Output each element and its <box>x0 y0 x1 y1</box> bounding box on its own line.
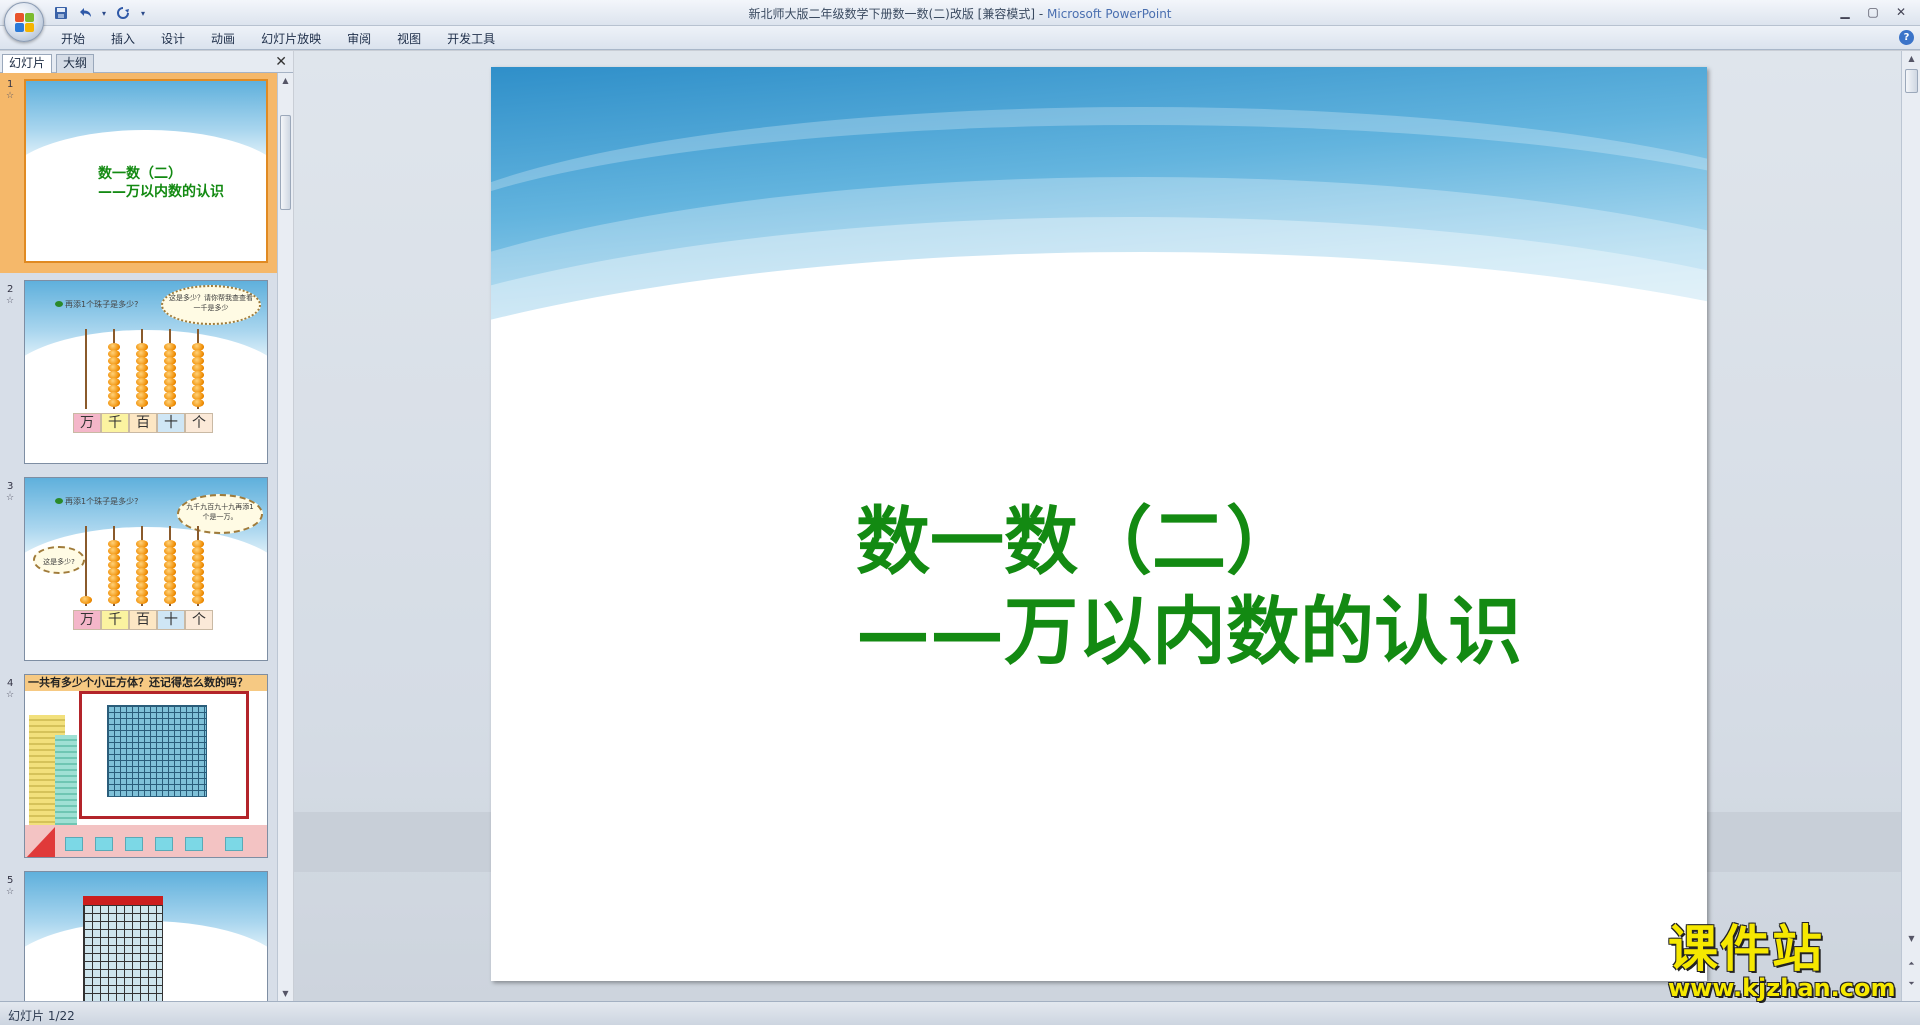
previous-slide-icon[interactable]: ⏶ <box>1904 956 1919 971</box>
status-bar: 幻灯片 1/22 <box>0 1001 1920 1025</box>
slide-thumbnail-4[interactable]: 4 ☆ 一共有多少个小正方体？还记得怎么数的吗？ <box>0 672 277 862</box>
thumbnail-title-line1: 数一数（二） <box>98 166 182 182</box>
window-controls: ▁ ▢ ✕ <box>1832 3 1914 21</box>
app-name: Microsoft PowerPoint <box>1047 7 1172 21</box>
place-label: 个 <box>185 610 213 630</box>
scroll-up-icon[interactable]: ▲ <box>1904 51 1919 66</box>
place-label: 万 <box>73 610 101 630</box>
current-slide[interactable]: 数一数（二） ——万以内数的认识 <box>491 67 1707 981</box>
next-slide-icon[interactable]: ⏷ <box>1904 976 1919 991</box>
slide-thumbnail-1[interactable]: 1 ☆ 数一数（二） ——万以内数的认识 <box>0 73 277 273</box>
tab-view[interactable]: 视图 <box>384 30 434 48</box>
tab-home[interactable]: 开始 <box>48 30 98 48</box>
thumbnail-title: 数一数（二） ——万以内数的认识 <box>98 165 224 201</box>
slide-preview: 再添1个珠子是多少? 九千九百九十九再添1个是一万。 这是多少? 万 千 百 十… <box>24 477 268 661</box>
place-label: 十 <box>157 413 185 433</box>
close-icon[interactable]: ✕ <box>1888 3 1914 21</box>
hundred-grid-image <box>83 896 163 1001</box>
building-image <box>55 735 77 833</box>
tab-developer[interactable]: 开发工具 <box>434 30 508 48</box>
sky-wave-background <box>491 67 1707 752</box>
tab-animations[interactable]: 动画 <box>198 30 248 48</box>
close-pane-icon[interactable]: ✕ <box>275 54 287 70</box>
watermark-url: www.kjzhan.com <box>1668 974 1896 1002</box>
tab-design[interactable]: 设计 <box>148 30 198 48</box>
tab-insert[interactable]: 插入 <box>98 30 148 48</box>
sky-background <box>26 81 266 187</box>
animation-star-icon: ☆ <box>6 493 15 503</box>
place-label: 千 <box>101 413 129 433</box>
slide-number: 3 <box>7 481 14 492</box>
scroll-down-icon[interactable]: ▼ <box>1904 931 1919 946</box>
slide-thumbnail-3[interactable]: 3 ☆ 再添1个珠子是多少? 九千九百九十九再添1个是一万。 这是多少? 万 千… <box>0 475 277 665</box>
slide-title-line2: ——万以内数的认识 <box>856 589 1522 675</box>
animation-star-icon: ☆ <box>6 887 15 897</box>
animation-star-icon: ☆ <box>6 296 15 306</box>
slide-number: 1 <box>7 79 14 90</box>
animation-star-icon: ☆ <box>6 690 15 700</box>
slide-number: 4 <box>7 678 14 689</box>
title-separator: - <box>1035 7 1047 21</box>
slide-title-line1: 数一数（二） <box>856 499 1300 585</box>
office-button[interactable] <box>4 2 44 42</box>
slide-thumbnail-5[interactable]: 5 ☆ <box>0 869 277 1001</box>
thumbnail-header: 一共有多少个小正方体？还记得怎么数的吗？ <box>25 675 267 691</box>
question-text: 再添1个珠子是多少? <box>55 496 138 507</box>
slide-scrollbar[interactable]: ▲ ▼ ⏶ ⏷ <box>1901 51 1920 1001</box>
place-label: 百 <box>129 413 157 433</box>
slide-preview: 再添1个珠子是多少? 这是多少？请你帮我查查看一千是多少 万 千 百 十 个 <box>24 280 268 464</box>
red-wedge <box>25 827 55 857</box>
scroll-down-icon[interactable]: ▼ <box>278 986 293 1001</box>
tab-outline[interactable]: 大纲 <box>56 54 95 73</box>
slide-preview <box>24 871 268 1001</box>
ribbon: 开始 插入 设计 动画 幻灯片放映 审阅 视图 开发工具 ? <box>0 26 1920 50</box>
building-base <box>25 825 267 857</box>
office-logo-icon <box>15 13 35 33</box>
slide-number: 2 <box>7 284 14 295</box>
ribbon-tabs: 开始 插入 设计 动画 幻灯片放映 审阅 视图 开发工具 <box>48 30 508 48</box>
place-label: 千 <box>101 610 129 630</box>
slide-preview: 一共有多少个小正方体？还记得怎么数的吗？ <box>24 674 268 858</box>
slide-title[interactable]: 数一数（二） ——万以内数的认识 <box>856 497 1522 677</box>
scroll-thumb[interactable] <box>280 115 291 210</box>
question-text: 再添1个珠子是多少? <box>55 299 138 310</box>
minimize-icon[interactable]: ▁ <box>1832 3 1858 21</box>
animation-star-icon: ☆ <box>6 91 15 101</box>
title-bar: ▾ ▾ 新北师大版二年级数学下册数一数(二)改版 [兼容模式] - Micros… <box>0 0 1920 42</box>
place-label: 个 <box>185 413 213 433</box>
tab-slides[interactable]: 幻灯片 <box>2 54 53 73</box>
slide-edit-area: 数一数（二） ——万以内数的认识 <box>294 51 1901 1001</box>
slide-thumbnail-list[interactable]: 1 ☆ 数一数（二） ——万以内数的认识 2 ☆ 再添1个珠子是多少? 这是多少… <box>0 73 277 1001</box>
place-label: 万 <box>73 413 101 433</box>
watermark-text: 课件站 <box>1668 920 1824 978</box>
scroll-up-icon[interactable]: ▲ <box>278 73 293 88</box>
slide-number: 5 <box>7 875 14 886</box>
tab-review[interactable]: 审阅 <box>334 30 384 48</box>
watermark: 课件站 www.kjzhan.com <box>1668 922 1898 1000</box>
slide-preview: 数一数（二） ——万以内数的认识 <box>24 79 268 263</box>
cube-grid-image <box>107 705 207 797</box>
tab-slideshow[interactable]: 幻灯片放映 <box>248 30 334 48</box>
place-value-labels: 万 千 百 十 个 <box>73 413 213 433</box>
place-label: 百 <box>129 610 157 630</box>
slides-pane: 幻灯片 大纲 ✕ 1 ☆ 数一数（二） ——万以内数的认识 2 ☆ 再添1个珠子… <box>0 51 293 1001</box>
document-title: 新北师大版二年级数学下册数一数(二)改版 [兼容模式] <box>748 7 1036 21</box>
slide-counter: 幻灯片 1/22 <box>8 1009 75 1023</box>
maximize-icon[interactable]: ▢ <box>1860 3 1886 21</box>
slide-thumbnail-2[interactable]: 2 ☆ 再添1个珠子是多少? 这是多少？请你帮我查查看一千是多少 万 千 百 十… <box>0 278 277 468</box>
thought-bubble: 这是多少？请你帮我查查看一千是多少 <box>161 285 261 325</box>
place-label: 十 <box>157 610 185 630</box>
thumbnail-scrollbar[interactable]: ▲ ▼ <box>277 73 293 1001</box>
place-value-labels: 万 千 百 十 个 <box>73 610 213 630</box>
pane-tabs: 幻灯片 大纲 ✕ <box>0 51 293 73</box>
help-icon[interactable]: ? <box>1899 30 1914 45</box>
thumbnail-title-line2: ——万以内数的认识 <box>98 184 224 200</box>
window-title: 新北师大版二年级数学下册数一数(二)改版 [兼容模式] - Microsoft … <box>0 5 1920 22</box>
scroll-thumb[interactable] <box>1905 69 1918 93</box>
